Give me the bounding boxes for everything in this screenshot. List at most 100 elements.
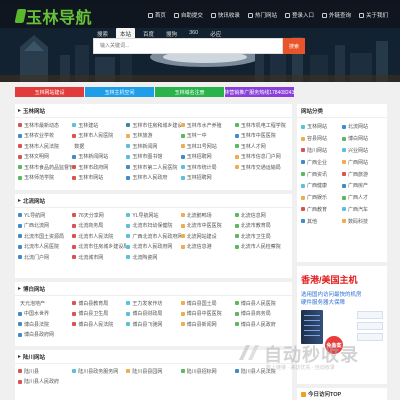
site-link[interactable]: 陆川县政务服务网: [72, 366, 126, 377]
promo-banner-button[interactable]: 玉林主机空间: [85, 87, 154, 97]
category-item[interactable]: 广西娱乐: [301, 192, 342, 204]
site-link[interactable]: 北流市人民医院: [18, 242, 72, 253]
category-item[interactable]: 数码科技: [342, 215, 383, 227]
site-link[interactable]: 博白县卫生局: [72, 309, 126, 320]
site-link[interactable]: 博白县中医医院: [180, 309, 235, 320]
site-link[interactable]: 北流信息港: [180, 242, 235, 253]
site-link[interactable]: 玉林市住房和城乡建设局: [126, 120, 181, 131]
site-link[interactable]: 天元泡地产: [18, 298, 72, 309]
site-link[interactable]: 北流市国土资源局: [18, 231, 72, 242]
site-link[interactable]: 博白县财政局: [126, 309, 180, 320]
site-link[interactable]: 玉林市中医医院: [234, 131, 289, 142]
category-item[interactable]: 广西房产: [342, 180, 383, 192]
category-item[interactable]: 广西教育: [301, 204, 342, 216]
category-item[interactable]: 陆川网站: [301, 145, 342, 157]
category-item[interactable]: 玉林网站: [301, 121, 342, 133]
site-link[interactable]: 北流市教育局: [234, 221, 289, 232]
category-item[interactable]: 容县网站: [301, 133, 342, 145]
site-link[interactable]: 博白县国土局: [180, 298, 235, 309]
category-item[interactable]: 北流网站: [342, 121, 383, 133]
nav-item[interactable]: 登录入口: [284, 11, 314, 19]
site-link[interactable]: 北流市人民法院: [72, 231, 126, 242]
site-link[interactable]: 北流商务局: [72, 221, 126, 232]
site-link[interactable]: 北流陶瓷网: [126, 252, 180, 263]
site-link[interactable]: 玉林11号网站: [180, 141, 235, 152]
site-link[interactable]: 玉林市图书馆: [126, 152, 180, 163]
site-link[interactable]: 玉林农业学校: [18, 131, 72, 142]
category-item[interactable]: 广西旅游: [342, 168, 383, 180]
site-link[interactable]: YL导航网: [18, 210, 72, 221]
site-link[interactable]: 玉林市人民法院: [18, 141, 72, 152]
site-link[interactable]: 广西北流市人民政府网: [126, 231, 181, 242]
site-link[interactable]: 玉林市政府网: [72, 162, 126, 173]
category-item[interactable]: 广西人才: [342, 192, 383, 204]
site-link[interactable]: 博白县商务局: [234, 309, 289, 320]
site-link[interactable]: 玉林市水产养殖: [180, 120, 235, 131]
category-item[interactable]: 兴业网站: [342, 145, 383, 157]
site-link[interactable]: 北流鹅鸭场: [180, 210, 235, 221]
site-link[interactable]: 玉林文明网: [18, 152, 72, 163]
category-item[interactable]: 博白网站: [342, 133, 383, 145]
site-link[interactable]: 北流市卫生局: [234, 231, 289, 242]
site-link[interactable]: YL导航网站: [126, 210, 180, 221]
site-link[interactable]: 玉林市人民医院: [72, 131, 126, 142]
nav-item[interactable]: 快讯收录: [210, 11, 240, 19]
site-link[interactable]: 北流市中医医院: [180, 221, 235, 232]
site-link[interactable]: 北流市人民政府网: [126, 242, 180, 253]
category-item[interactable]: 广西资讯: [301, 168, 342, 180]
site-link[interactable]: 玉林人才网: [234, 141, 289, 152]
site-link[interactable]: 玉林市食品药品监督管理局: [18, 162, 72, 173]
nav-item[interactable]: 关于我们: [358, 11, 388, 19]
site-link[interactable]: 玉林市信息门户网: [234, 152, 289, 163]
site-logo[interactable]: 玉林导航: [14, 4, 92, 28]
site-link[interactable]: 玉林市统计局: [180, 162, 235, 173]
category-item[interactable]: 广西汽车: [342, 204, 383, 216]
promo-banner-button[interactable]: 玉林营销推广服务热线17840824369: [225, 87, 294, 97]
category-item[interactable]: 广西网站: [342, 156, 383, 168]
site-link[interactable]: 北流信息网: [234, 210, 289, 221]
site-link[interactable]: 玉林招聘网: [180, 173, 235, 184]
hosting-advert[interactable]: 香港/美国主机 选用国内访问最快的机房 硬件服务器大保障 免备案: [297, 266, 387, 384]
nav-item[interactable]: 热门网站: [247, 11, 277, 19]
promo-banner-button[interactable]: 玉林域名注册: [155, 87, 224, 97]
site-link[interactable]: 北流门户网: [18, 252, 72, 263]
category-item[interactable]: 广西企业: [301, 156, 342, 168]
site-link[interactable]: 数据: [72, 141, 126, 152]
site-link[interactable]: 玉林市人民政府: [126, 173, 180, 184]
site-link[interactable]: 博白县飞驰网: [126, 319, 180, 330]
site-link[interactable]: 玉林市第二人民医院: [126, 162, 180, 173]
site-link[interactable]: 陆川县县园网: [126, 366, 180, 377]
search-button[interactable]: 搜索: [283, 38, 305, 54]
nav-item[interactable]: 外链查询: [321, 11, 351, 19]
category-item[interactable]: 广西健康: [301, 180, 342, 192]
site-link[interactable]: 中国水世界: [18, 309, 72, 320]
site-link[interactable]: 广西北流网: [18, 221, 72, 232]
site-link[interactable]: 北流市人民检察院: [234, 242, 289, 253]
site-link[interactable]: 陆川县人民法院: [234, 366, 289, 377]
site-link[interactable]: 北流市妇幼保健院: [126, 221, 180, 232]
site-link[interactable]: 玉林市交通运输局: [234, 162, 289, 173]
site-link[interactable]: 玉林建站: [72, 120, 126, 131]
site-link[interactable]: 博白县法院: [18, 319, 72, 330]
site-link[interactable]: 博白县人民法院: [72, 319, 126, 330]
search-input[interactable]: [94, 39, 282, 53]
site-link[interactable]: 76天分享网: [72, 210, 126, 221]
site-link[interactable]: 陆川县招标网: [180, 366, 235, 377]
site-link[interactable]: 博白县人民医院: [234, 298, 289, 309]
site-link[interactable]: 博白县教育局: [72, 298, 126, 309]
site-link[interactable]: 玉林招聘网: [180, 152, 235, 163]
site-link[interactable]: 玉林新闻网站: [72, 152, 126, 163]
site-link[interactable]: 北流网站建设: [180, 231, 235, 242]
category-item[interactable]: 其他: [301, 215, 342, 227]
site-link[interactable]: 博白县政府网: [18, 330, 72, 341]
site-link[interactable]: 王力发家作坊: [126, 298, 180, 309]
site-link[interactable]: 玉林市最新动态: [18, 120, 72, 131]
site-link[interactable]: 玉林一中: [180, 131, 235, 142]
site-link[interactable]: 陆川县: [18, 366, 72, 377]
site-link[interactable]: 玉林新闻网: [126, 141, 180, 152]
site-link[interactable]: 玉林市机电工程学院: [234, 120, 289, 131]
site-link[interactable]: 北流城市网: [72, 252, 126, 263]
site-link[interactable]: 玉林师范学院: [18, 173, 72, 184]
site-link[interactable]: 博白县新闻网: [180, 319, 235, 330]
site-link[interactable]: 玉林旅游: [126, 131, 180, 142]
